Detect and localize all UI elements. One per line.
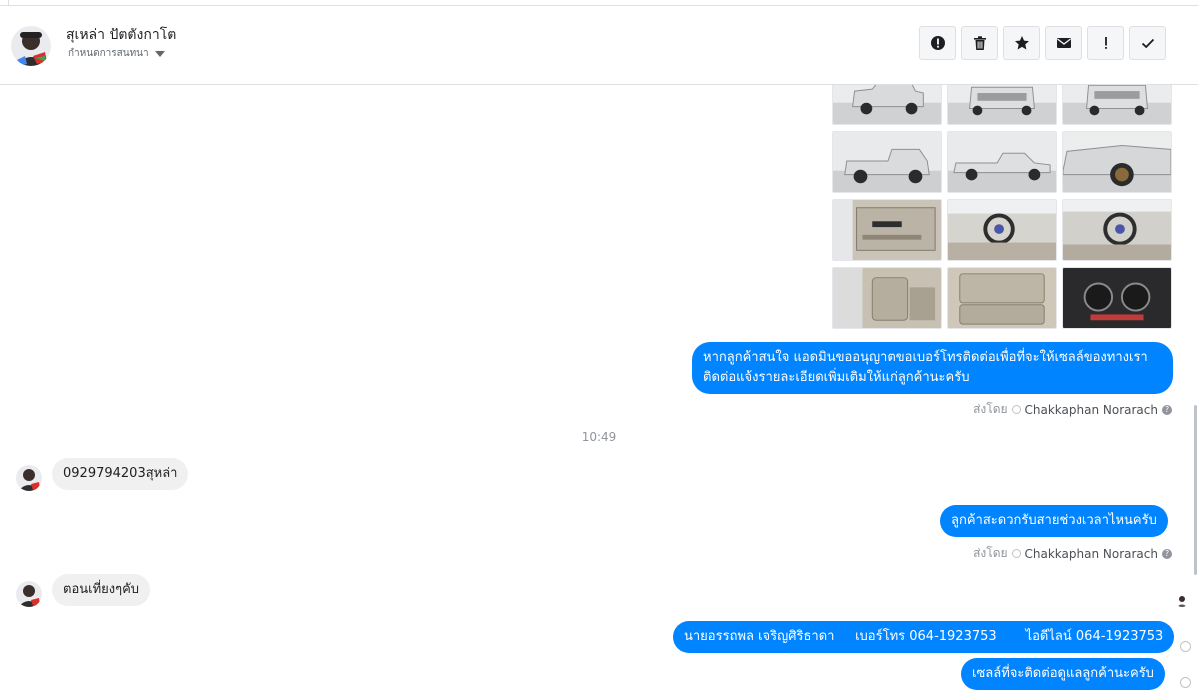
sent-by-label: ส่งโดย — [973, 402, 1008, 416]
incoming-message[interactable]: 0929794203สุหล่า — [52, 458, 189, 490]
sender-name[interactable]: Chakkaphan Norarach — [1025, 403, 1158, 417]
sent-by-meta: ส่งโดย Chakkaphan Norarach ? — [973, 544, 1172, 563]
conversation-label-text: กำหนดการสนทนา — [68, 48, 149, 59]
contact-avatar[interactable] — [11, 26, 51, 66]
mark-done-button[interactable] — [1129, 26, 1166, 60]
mark-unread-button[interactable] — [1045, 26, 1082, 60]
truck-photo[interactable] — [947, 199, 1057, 261]
truck-photo[interactable] — [947, 131, 1057, 193]
message-thread[interactable]: หากลูกค้าสนใจ แอดมินขออนุญาตขอเบอร์โทรติ… — [0, 85, 1198, 698]
outgoing-message[interactable]: เซลล์ที่จะติดต่อดูแลลูกค้านะครับ — [961, 658, 1165, 690]
customer-avatar — [16, 581, 42, 607]
thread-scrollbar[interactable] — [1194, 405, 1197, 575]
truck-photo[interactable] — [832, 267, 942, 329]
help-icon[interactable]: ? — [1162, 404, 1172, 415]
checkmark-icon — [1141, 38, 1154, 49]
truck-photo[interactable] — [832, 199, 942, 261]
outgoing-message[interactable]: นายอรรถพล เจริญศิริธาดา เบอร์โทร 064-192… — [673, 621, 1175, 653]
truck-photo[interactable] — [1062, 131, 1172, 193]
chevron-down-icon — [154, 50, 165, 57]
star-icon — [1014, 36, 1029, 50]
exclamation-icon — [1104, 37, 1107, 49]
trash-icon — [973, 36, 986, 50]
outgoing-message[interactable]: หากลูกค้าสนใจ แอดมินขออนุญาตขอเบอร์โทรติ… — [692, 342, 1173, 394]
delivered-icon — [1180, 641, 1191, 652]
follow-up-button[interactable] — [1087, 26, 1124, 60]
seen-avatar — [1175, 593, 1189, 607]
truck-photo[interactable] — [1062, 199, 1172, 261]
verified-icon — [1011, 549, 1021, 558]
photo-attachment-grid — [832, 85, 1172, 329]
verified-icon — [1011, 405, 1021, 414]
timestamp-divider: 10:49 — [581, 430, 617, 444]
sender-name[interactable]: Chakkaphan Norarach — [1025, 547, 1158, 561]
star-button[interactable] — [1003, 26, 1040, 60]
truck-photo[interactable] — [1062, 85, 1172, 125]
sent-by-meta: ส่งโดย Chakkaphan Norarach ? — [973, 400, 1172, 419]
truck-photo[interactable] — [947, 85, 1057, 125]
envelope-icon — [1056, 38, 1071, 48]
help-icon[interactable]: ? — [1162, 548, 1172, 559]
customer-avatar — [16, 465, 42, 491]
truck-photo[interactable] — [1062, 267, 1172, 329]
alert-circle-icon — [930, 36, 945, 50]
sent-by-label: ส่งโดย — [973, 546, 1008, 560]
mark-spam-button[interactable] — [919, 26, 956, 60]
outgoing-message[interactable]: ลูกค้าสะดวกรับสายช่วงเวลาไหนครับ — [940, 505, 1168, 537]
header-actions — [919, 26, 1166, 60]
incoming-message[interactable]: ตอนเที่ยงๆคับ — [52, 574, 151, 606]
truck-photo[interactable] — [832, 131, 942, 193]
truck-photo[interactable] — [947, 267, 1057, 329]
conversation-header: สุเหล่า ปัตตังกาโต กำหนดการสนทนา — [0, 6, 1198, 85]
delivered-icon — [1180, 677, 1191, 688]
truck-photo[interactable] — [832, 85, 942, 125]
contact-name[interactable]: สุเหล่า ปัตตังกาโต — [66, 24, 176, 46]
delete-button[interactable] — [961, 26, 998, 60]
conversation-label-dropdown[interactable]: กำหนดการสนทนา — [68, 46, 165, 61]
